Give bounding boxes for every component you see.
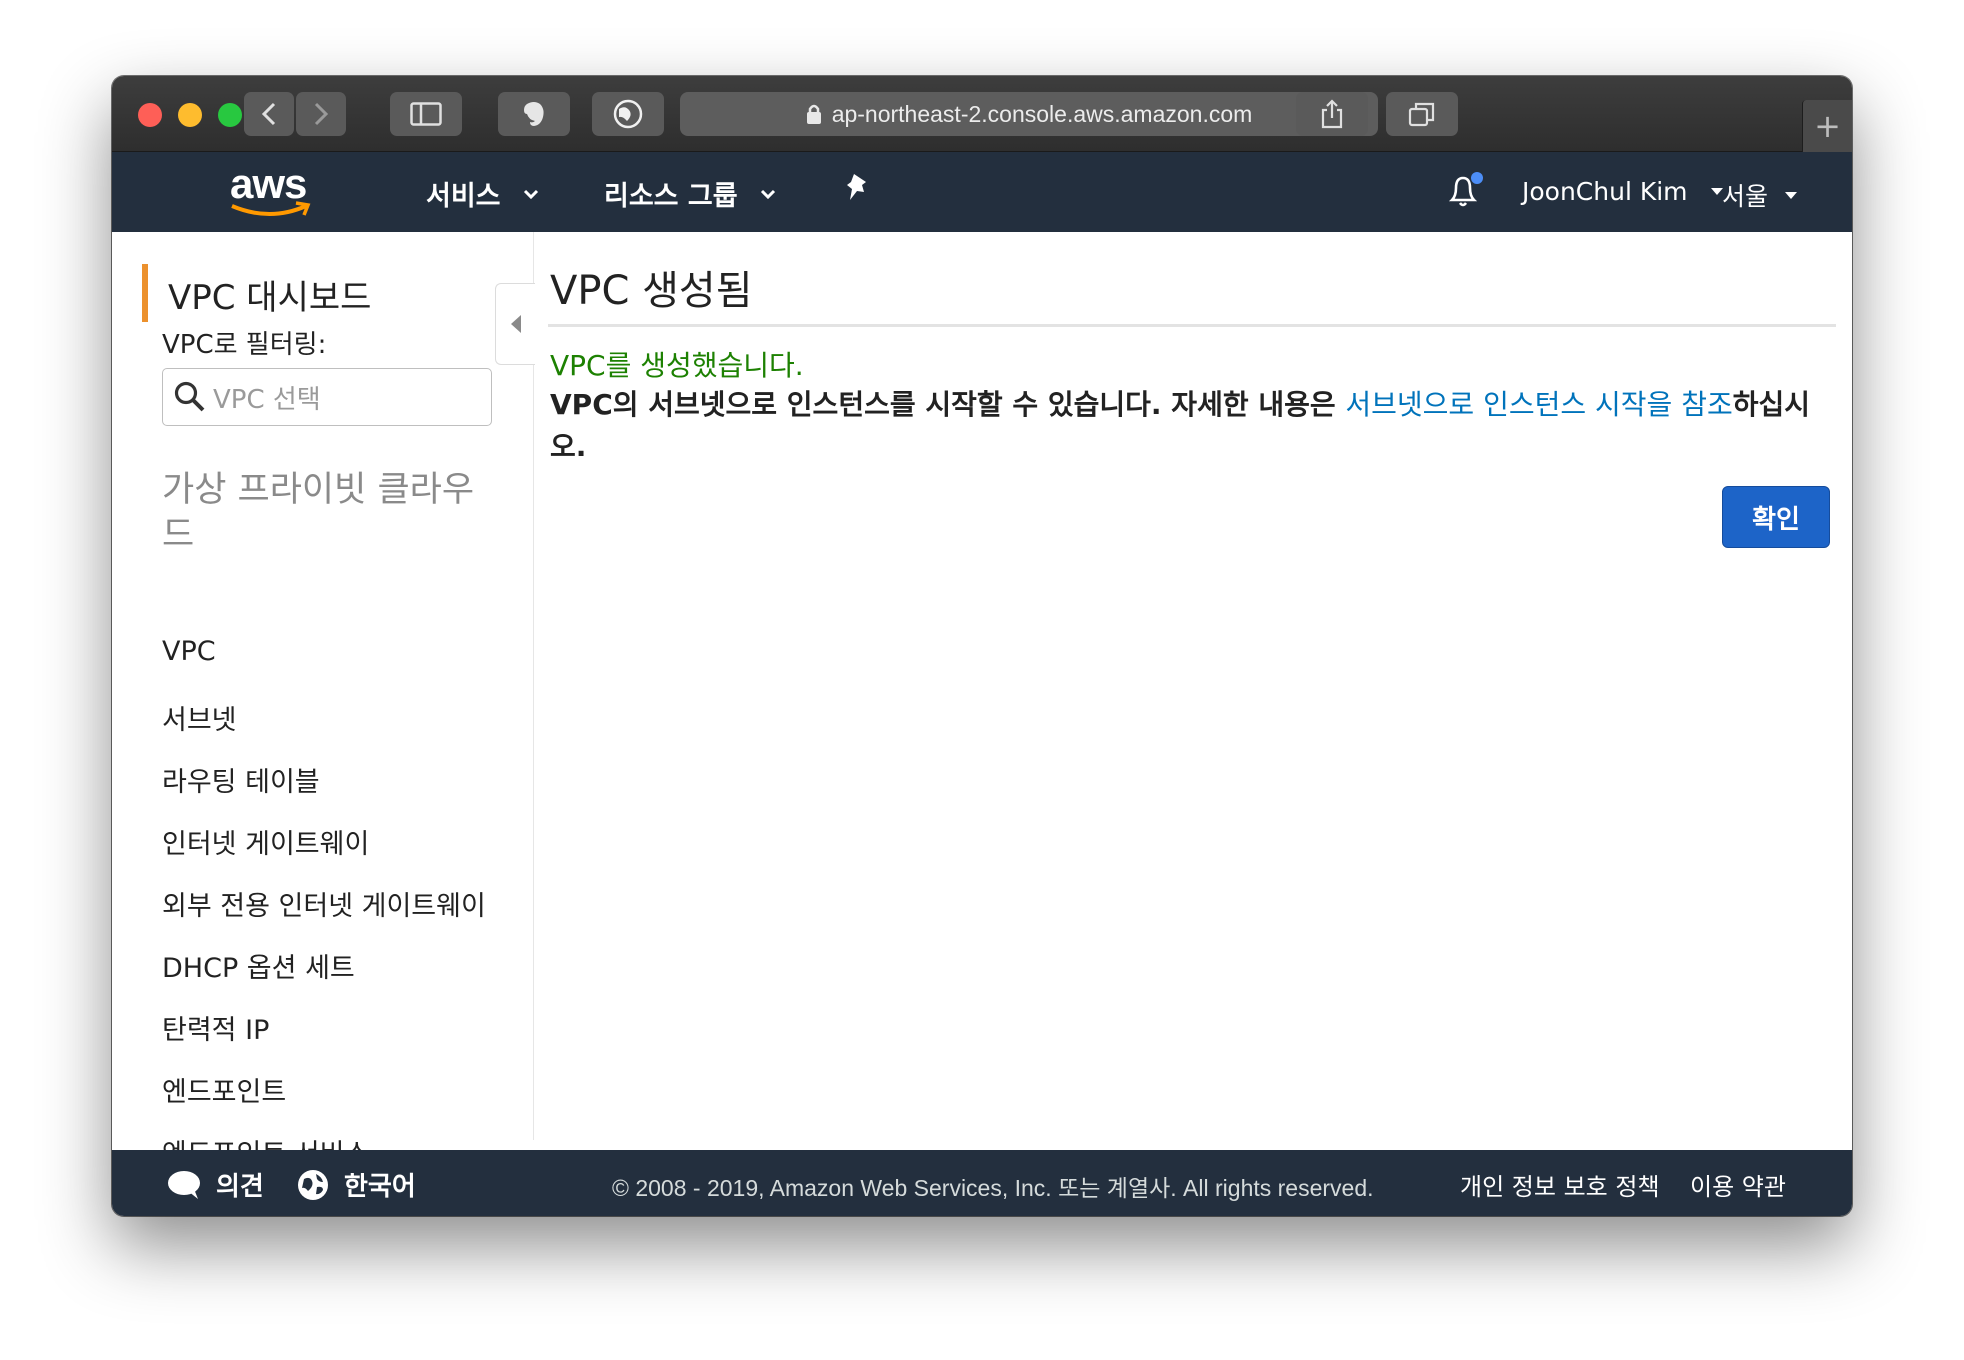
sidebar-toggle-button[interactable] xyxy=(390,92,462,136)
sidebar-item-endpoints[interactable]: 엔드포인트 xyxy=(162,1070,486,1132)
sidebar-item-dhcp-options[interactable]: DHCP 옵션 세트 xyxy=(162,946,486,1008)
search-icon xyxy=(174,381,205,412)
share-icon xyxy=(1321,99,1343,129)
success-message: VPC를 생성했습니다. xyxy=(550,349,804,382)
confirm-button[interactable]: 확인 xyxy=(1722,486,1830,548)
forward-button[interactable] xyxy=(296,92,346,136)
services-menu[interactable]: 서비스 xyxy=(426,174,539,213)
vpc-filter-placeholder: VPC 선택 xyxy=(213,384,321,415)
main-content: VPC 생성됨 VPC를 생성했습니다. VPC의 서브넷으로 인스턴스를 시작… xyxy=(548,232,1838,1140)
sidebar-item-subnets[interactable]: 서브넷 xyxy=(162,698,486,760)
launch-instance-doc-link[interactable]: 서브넷으로 인스턴스 시작을 참조 xyxy=(1345,388,1732,421)
close-window-button[interactable] xyxy=(138,103,162,127)
title-divider xyxy=(548,324,1836,327)
language-label: 한국어 xyxy=(344,1172,416,1202)
share-button[interactable] xyxy=(1296,92,1368,136)
sidebar-section-heading: 가상 프라이빗 클라우드 xyxy=(162,470,475,555)
language-selector[interactable]: 한국어 xyxy=(296,1166,416,1203)
browser-toolbar: ap-northeast-2.console.aws.amazon.com + xyxy=(112,76,1852,152)
sidebar-title[interactable]: VPC 대시보드 xyxy=(168,270,371,319)
aws-navbar: aws 서비스 리소스 그룹 JoonChul Kim 서울 xyxy=(112,152,1852,232)
chevron-left-icon xyxy=(261,102,276,126)
sidebar-item-elastic-ips[interactable]: 탄력적 IP xyxy=(162,1008,486,1070)
resource-groups-menu[interactable]: 리소스 그룹 xyxy=(604,174,776,213)
region-name: 서울 xyxy=(1722,182,1769,211)
zoom-window-button[interactable] xyxy=(218,103,242,127)
tab-overview-button[interactable] xyxy=(1386,92,1458,136)
resource-groups-label: 리소스 그룹 xyxy=(604,181,738,212)
feedback-label: 의견 xyxy=(216,1172,264,1202)
active-indicator xyxy=(142,264,148,322)
pin-button[interactable] xyxy=(844,172,872,204)
privacy-policy-link[interactable]: 개인 정보 보호 정책 xyxy=(1460,1167,1660,1202)
sidebar-item-egress-only-gateways[interactable]: 외부 전용 인터넷 게이트웨이 xyxy=(162,884,486,946)
page-title: VPC 생성됨 xyxy=(550,268,753,314)
pin-icon xyxy=(847,174,866,200)
user-menu[interactable]: JoonChul Kim xyxy=(1522,177,1724,206)
feedback-button[interactable]: 의견 xyxy=(166,1166,264,1203)
plus-icon: + xyxy=(1814,107,1841,145)
minimize-window-button[interactable] xyxy=(178,103,202,127)
evernote-extension-button[interactable] xyxy=(498,92,570,136)
console-footer: 의견 한국어 © 2008 - 2019, Amazon Web Service… xyxy=(112,1150,1852,1216)
info-message-prefix: VPC의 서브넷으로 인스턴스를 시작할 수 있습니다. 자세한 내용은 xyxy=(550,388,1346,421)
url-text: ap-northeast-2.console.aws.amazon.com xyxy=(831,100,1253,127)
vpc-filter-select[interactable]: VPC 선택 xyxy=(162,368,492,426)
notifications-button[interactable] xyxy=(1444,170,1484,210)
chevron-down-icon xyxy=(760,189,775,199)
tabs-icon xyxy=(1408,102,1435,127)
address-bar[interactable]: ap-northeast-2.console.aws.amazon.com xyxy=(680,92,1378,136)
browser-extension-button[interactable] xyxy=(592,92,664,136)
terms-of-use-link[interactable]: 이용 약관 xyxy=(1690,1167,1786,1202)
user-name: JoonChul Kim xyxy=(1522,177,1688,206)
bell-icon xyxy=(1448,172,1483,207)
info-message: VPC의 서브넷으로 인스턴스를 시작할 수 있습니다. 자세한 내용은 서브넷… xyxy=(550,384,1830,468)
sidebar-nav: VPC 서브넷 라우팅 테이블 인터넷 게이트웨이 외부 전용 인터넷 게이트웨… xyxy=(162,636,486,1194)
browser-window: ap-northeast-2.console.aws.amazon.com + … xyxy=(112,76,1852,1216)
sidebar-item-internet-gateways[interactable]: 인터넷 게이트웨이 xyxy=(162,822,486,884)
sidebar-icon xyxy=(410,102,442,126)
region-menu[interactable]: 서울 xyxy=(1722,177,1798,213)
new-tab-button[interactable]: + xyxy=(1802,100,1852,152)
sidebar-item-vpc[interactable]: VPC xyxy=(162,636,486,698)
back-button[interactable] xyxy=(244,92,294,136)
elephant-icon xyxy=(524,102,544,126)
collapse-sidebar-button[interactable] xyxy=(495,283,535,365)
lock-icon xyxy=(806,104,821,124)
filter-label: VPC로 필터링: xyxy=(162,330,327,360)
chevron-right-icon xyxy=(314,102,329,126)
aws-logo[interactable]: aws xyxy=(230,160,316,220)
triangle-left-icon xyxy=(510,315,521,333)
aws-smile-icon xyxy=(231,201,311,216)
speech-bubble-icon xyxy=(168,1170,200,1199)
vpc-sidebar: VPC 대시보드 VPC로 필터링: VPC 선택 가상 프라이빗 클라우드 V… xyxy=(112,232,534,1170)
globe-extension-icon xyxy=(613,99,643,129)
globe-icon xyxy=(298,1169,328,1200)
chevron-down-icon xyxy=(523,189,538,199)
caret-down-icon xyxy=(1785,191,1798,199)
services-label: 서비스 xyxy=(426,181,501,212)
copyright-text: © 2008 - 2019, Amazon Web Services, Inc.… xyxy=(612,1175,1374,1201)
sidebar-item-route-tables[interactable]: 라우팅 테이블 xyxy=(162,760,486,822)
